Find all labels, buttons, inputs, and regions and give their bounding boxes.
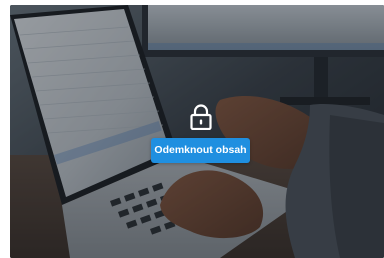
locked-content-card: Odemknout obsah [10, 5, 384, 258]
locked-overlay [10, 5, 384, 258]
lock-icon [190, 104, 212, 130]
unlock-content-button[interactable]: Odemknout obsah [151, 138, 250, 163]
